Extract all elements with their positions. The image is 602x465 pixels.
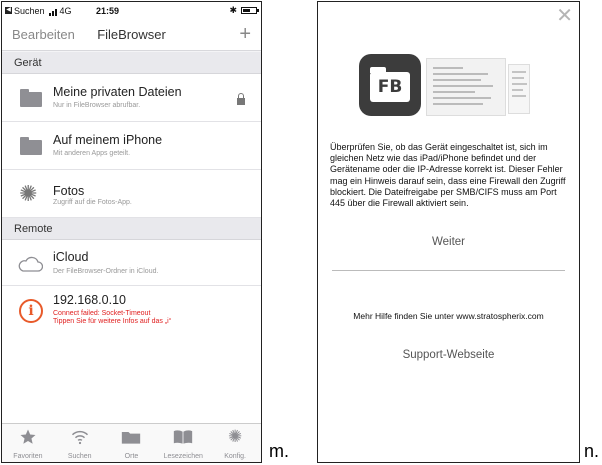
back-arrow-icon: ◀ [5,7,12,14]
list-item-on-iphone[interactable]: Auf meinem iPhone Mit anderen Apps getei… [2,122,261,170]
gear-icon: ✺ [227,427,243,446]
tab-label: Lesezeichen [163,453,203,460]
support-website-button[interactable]: Support-Webseite [318,349,579,361]
tab-places[interactable]: Orte [106,424,158,462]
folder-icon [106,427,158,447]
signal-strength-icon [48,6,58,16]
star-icon [2,427,54,447]
battery-icon [241,7,259,14]
info-error-icon[interactable]: i [19,299,43,323]
list-item-icloud[interactable]: iCloud Der FileBrowser-Ordner in iCloud. [2,240,261,286]
bluetooth-icon: ✱ [229,5,237,15]
tab-search[interactable]: Suchen [54,424,106,462]
section-header-device: Gerät [2,52,261,74]
tab-label: Orte [124,453,139,460]
right-phone-screen: ✕ FB Überprüfen Sie, ob das Gerät einges… [317,1,580,463]
page-title: FileBrowser [97,27,166,42]
folder-icon [20,89,42,107]
section-header-remote: Remote [2,218,261,240]
row-title: Meine privaten Dateien [53,85,182,99]
list-item-server[interactable]: i 192.168.0.10 Connect failed: Socket-Ti… [2,286,261,332]
filebrowser-logo: FB [359,54,421,116]
tab-bookmarks[interactable]: Lesezeichen [157,424,209,462]
row-subtitle: Nur in FileBrowser abrufbar. [53,102,141,109]
logo-text: FB [370,72,410,102]
figure-caption-m: m. [269,441,289,461]
gear-icon: ✺ [19,181,38,206]
help-text: Mehr Hilfe finden Sie unter www.stratosp… [353,311,544,321]
row-subtitle: Der FileBrowser-Ordner in iCloud. [53,268,159,275]
cloud-icon [18,256,43,272]
row-subtitle: Mit anderen Apps geteilt. [53,150,131,157]
continue-button[interactable]: Weiter [318,236,579,248]
network-type: 4G [59,5,72,16]
tab-label: Favoriten [13,453,43,460]
back-label: Suchen [14,5,45,16]
error-explanation-text: Überprüfen Sie, ob das Gerät eingeschalt… [330,142,566,209]
tab-bar: Favoriten Suchen Orte Lesezeichen ✺ Konf… [2,423,261,462]
lock-icon [237,93,245,105]
row-subtitle: Zugriff auf die Fotos-App. [53,199,132,206]
row-title: Fotos [53,184,85,198]
tab-favorites[interactable]: Favoriten [2,424,54,462]
navigation-bar: Bearbeiten FileBrowser + [2,19,261,51]
left-phone-screen: ◀ Suchen 4G 21:59 ✱ Bearbeiten FileBrows… [1,1,262,463]
row-title: iCloud [53,250,89,264]
tab-label: Konfig. [224,453,246,460]
wifi-icon [54,427,106,447]
add-button[interactable]: + [239,23,251,46]
device-screenshots-illustration [426,58,536,118]
row-title: Auf meinem iPhone [53,133,163,147]
status-bar: ◀ Suchen 4G 21:59 ✱ [2,2,261,19]
close-icon[interactable]: ✕ [556,6,573,26]
figure-caption-n: n. [584,441,600,461]
book-icon [157,427,209,447]
folder-icon [20,137,42,155]
list-item-private-files[interactable]: Meine privaten Dateien Nur in FileBrowse… [2,74,261,122]
empty-list-area [2,332,261,424]
row-title: 192.168.0.10 [53,293,126,307]
tab-settings[interactable]: ✺ Konfig. [209,424,261,462]
list-item-photos[interactable]: ✺ Fotos Zugriff auf die Fotos-App. [2,170,261,218]
back-to-app[interactable]: ◀ Suchen 4G [5,6,72,16]
error-message-line2: Tippen Sie für weitere Infos auf das „i“ [53,318,172,325]
divider [332,270,565,271]
status-time: 21:59 [96,5,120,16]
tab-label: Suchen [67,453,92,460]
